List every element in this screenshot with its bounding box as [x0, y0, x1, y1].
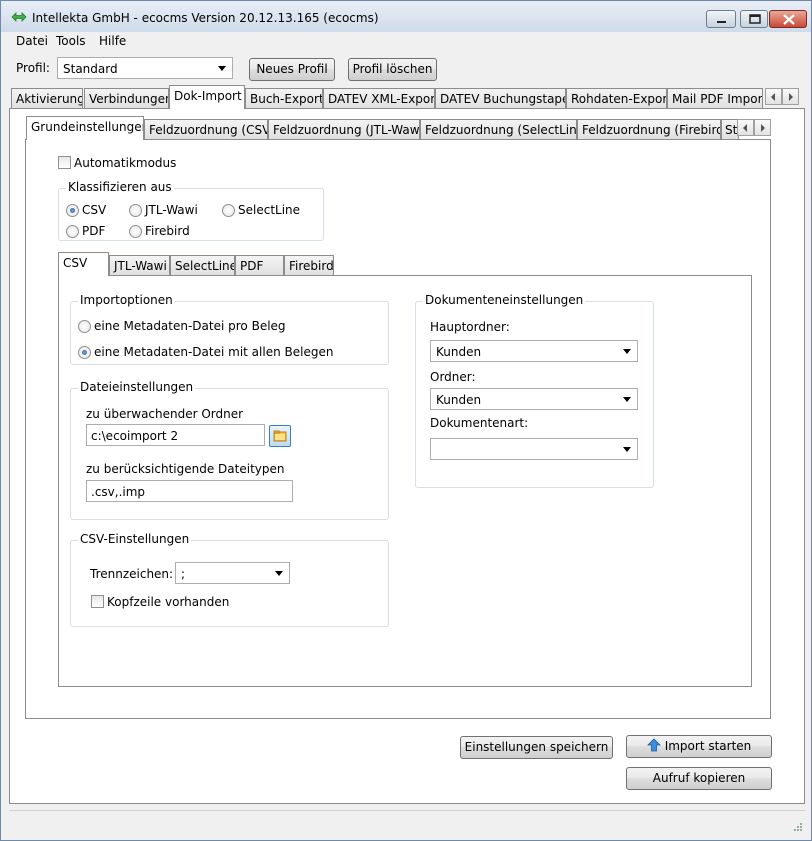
resize-grip-icon[interactable]	[793, 822, 803, 832]
tab-feldzuordnung-jtl-wawi[interactable]: Feldzuordnung (JTL-Wawi)	[268, 119, 420, 140]
separator-select[interactable]: ;	[175, 562, 290, 584]
tab-datev-buchungstapel[interactable]: DATEV Buchungstapel	[435, 88, 566, 109]
arrows-icon	[11, 12, 27, 22]
radio-jtl-wawi-label: JTL-Wawi	[145, 203, 198, 217]
profile-select-value: Standard	[63, 62, 118, 76]
tab-scroll-right-button[interactable]	[782, 88, 799, 105]
automatikmodus-checkbox[interactable]	[58, 156, 71, 169]
tab-grundeinstellungen[interactable]: Grundeinstellungen	[26, 116, 144, 140]
radio-firebird[interactable]	[129, 225, 142, 238]
import-start-label: Import starten	[664, 739, 752, 753]
tab-verbindungen[interactable]: Verbindungen	[84, 88, 169, 109]
tab-dok-import[interactable]: Dok-Import	[169, 85, 245, 109]
maximize-icon	[749, 14, 761, 24]
browse-folder-button[interactable]	[269, 425, 291, 447]
up-arrow-icon	[646, 738, 661, 752]
tab-source-selectline[interactable]: SelectLine	[170, 255, 235, 276]
klassifizieren-title: Klassifizieren aus	[66, 180, 174, 194]
chevron-down-icon	[275, 571, 283, 576]
import-start-button[interactable]: Import starten	[626, 735, 772, 758]
menu-tools[interactable]: Tools	[56, 34, 86, 48]
separator-select-value: ;	[181, 567, 186, 581]
dokumenteneinstellungen-title: Dokumenteneinstellungen	[423, 293, 586, 307]
profile-select[interactable]: Standard	[57, 57, 233, 79]
subtab-scroll-left-button[interactable]	[737, 119, 754, 136]
radio-selectline-label: SelectLine	[238, 203, 301, 217]
tab-rohdaten-export[interactable]: Rohdaten-Export	[566, 88, 667, 109]
radio-csv[interactable]	[66, 204, 79, 217]
save-settings-button[interactable]: Einstellungen speichern	[460, 736, 613, 759]
menu-hilfe[interactable]: Hilfe	[99, 34, 126, 48]
folder-label: zu überwachender Ordner	[86, 407, 244, 421]
radio-firebird-label: Firebird	[145, 224, 190, 238]
chevron-down-icon	[623, 397, 631, 402]
menu-bar: Datei Tools Hilfe	[1, 32, 811, 50]
radio-datei-alle-belege-label: eine Metadaten-Datei mit allen Belegen	[94, 345, 334, 359]
file-types-input-value: .csv,.imp	[91, 485, 146, 499]
tab-source-jtl-wawi[interactable]: JTL-Wawi	[109, 255, 170, 276]
close-icon	[783, 14, 795, 25]
minimize-button[interactable]	[706, 10, 736, 28]
dokumentenart-select[interactable]	[430, 438, 638, 460]
tab-source-csv[interactable]: CSV	[58, 252, 109, 276]
chevron-down-icon	[218, 66, 226, 71]
tab-scroll-left-button[interactable]	[765, 88, 782, 105]
menu-datei[interactable]: Datei	[16, 34, 48, 48]
tab-source-firebird[interactable]: Firebird	[284, 255, 334, 276]
header-checkbox-label: Kopfzeile vorhanden	[107, 595, 230, 609]
file-types-label: zu berücksichtigende Dateitypen	[86, 462, 285, 476]
radio-selectline[interactable]	[222, 204, 235, 217]
file-types-input[interactable]: .csv,.imp	[86, 480, 293, 502]
folder-input[interactable]: c:\ecoimport 2	[86, 424, 265, 446]
tab-source-pdf[interactable]: PDF	[235, 255, 284, 276]
close-button[interactable]	[769, 10, 807, 28]
csv-einstellungen-title: CSV-Einstellungen	[78, 532, 192, 546]
title-bar: Intellekta GmbH - ecocms Version 20.12.1…	[1, 1, 811, 32]
ordner-select[interactable]: Kunden	[430, 388, 638, 410]
chevron-left-icon	[743, 124, 747, 132]
folder-icon	[273, 430, 287, 442]
radio-pdf[interactable]	[66, 225, 79, 238]
subtab-scroll-right-button[interactable]	[754, 119, 771, 136]
header-checkbox[interactable]	[91, 595, 104, 608]
tab-datev-xml-export[interactable]: DATEV XML-Export	[323, 88, 435, 109]
maximize-button[interactable]	[740, 10, 768, 28]
radio-csv-label: CSV	[82, 203, 107, 217]
chevron-right-icon	[761, 124, 765, 132]
importoptionen-title: Importoptionen	[78, 293, 175, 307]
tab-aktivierung[interactable]: Aktivierung	[11, 88, 83, 109]
hauptordner-select-value: Kunden	[436, 345, 482, 359]
tab-feldzuordnung-firebird[interactable]: Feldzuordnung (Firebird)	[577, 119, 721, 140]
chevron-down-icon	[623, 349, 631, 354]
chevron-left-icon	[771, 93, 775, 101]
profile-label: Profil:	[16, 61, 50, 75]
automatikmodus-label: Automatikmodus	[74, 156, 177, 170]
ordner-label: Ordner:	[430, 370, 476, 384]
radio-datei-alle-belege[interactable]	[78, 346, 91, 359]
tab-mail-pdf-import[interactable]: Mail PDF Import	[667, 88, 763, 109]
dokumentenart-label: Dokumentenart:	[430, 416, 529, 430]
new-profile-button[interactable]: Neues Profil	[249, 58, 335, 81]
tab-buch-export[interactable]: Buch-Export	[245, 88, 323, 109]
tab-feldzuordnung-selectline[interactable]: Feldzuordnung (SelectLine)	[420, 119, 577, 140]
delete-profile-button[interactable]: Profil löschen	[348, 58, 437, 81]
radio-pdf-label: PDF	[82, 224, 106, 238]
copy-call-button[interactable]: Aufruf kopieren	[626, 767, 772, 790]
radio-jtl-wawi[interactable]	[129, 204, 142, 217]
main-window: Intellekta GmbH - ecocms Version 20.12.1…	[0, 0, 812, 841]
dateieinstellungen-title: Dateieinstellungen	[78, 380, 196, 394]
separator-label: Trennzeichen:	[90, 567, 174, 581]
hauptordner-label: Hauptordner:	[430, 320, 510, 334]
window-title: Intellekta GmbH - ecocms Version 20.12.1…	[32, 11, 379, 25]
folder-input-value: c:\ecoimport 2	[91, 429, 179, 443]
hauptordner-select[interactable]: Kunden	[430, 340, 638, 362]
ordner-select-value: Kunden	[436, 393, 482, 407]
chevron-down-icon	[623, 447, 631, 452]
radio-datei-pro-beleg[interactable]	[78, 320, 91, 333]
radio-datei-pro-beleg-label: eine Metadaten-Datei pro Beleg	[94, 319, 286, 333]
status-bar	[9, 810, 805, 834]
minimize-icon	[717, 21, 726, 23]
chevron-right-icon	[789, 93, 793, 101]
tab-feldzuordnung-csv[interactable]: Feldzuordnung (CSV)	[144, 119, 268, 140]
